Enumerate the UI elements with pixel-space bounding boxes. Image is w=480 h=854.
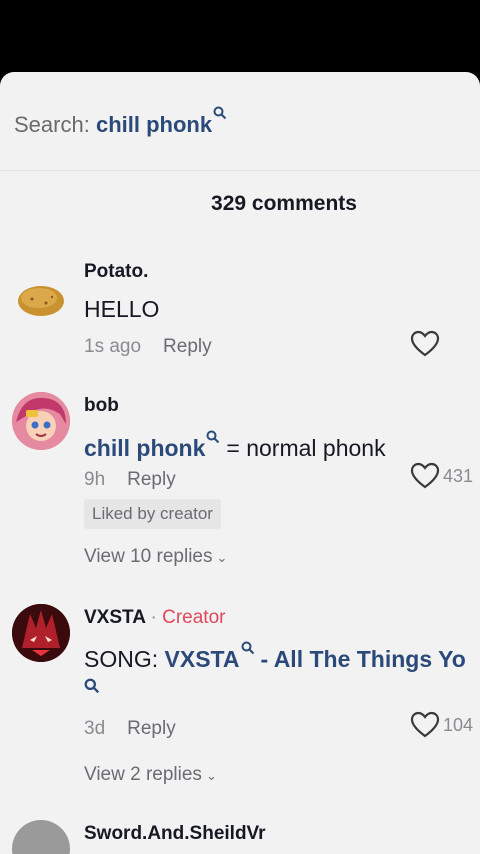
comment-meta: 9h Reply: [84, 469, 176, 491]
like-count: 104: [443, 714, 474, 735]
heart-outline-icon: [410, 711, 440, 738]
search-prefix: Search:: [14, 112, 90, 137]
comment-meta: 3d Reply: [84, 718, 176, 740]
avatar[interactable]: [12, 820, 70, 854]
like-count: 431: [443, 465, 474, 486]
heart-outline-icon: [410, 330, 440, 357]
status-bar-area: [0, 0, 480, 72]
comment-text-rest: = normal phonk: [226, 435, 386, 461]
reply-button[interactable]: Reply: [127, 469, 176, 490]
avatar[interactable]: [12, 268, 70, 326]
username[interactable]: Potato.: [84, 261, 148, 283]
separator-dot: ·: [150, 607, 157, 628]
avatar[interactable]: [12, 604, 70, 662]
comments-sheet: Search: chill phonk 329 comments Potato.…: [0, 72, 480, 854]
timestamp: 9h: [84, 469, 106, 490]
potato-avatar-image: [18, 286, 64, 316]
timestamp: 1s ago: [84, 336, 142, 357]
comment-meta: 1s ago Reply: [84, 336, 212, 358]
chevron-down-icon: ⌄: [216, 550, 228, 565]
comment-text: SONG: VXSTA - All The Things Yo: [84, 641, 466, 673]
search-term[interactable]: chill phonk: [96, 112, 212, 137]
search-icon[interactable]: [84, 678, 100, 694]
username[interactable]: Sword.And.SheildVr: [84, 823, 266, 845]
view-replies-button[interactable]: View 10 replies ⌄: [84, 546, 227, 568]
search-suggestion[interactable]: Search: chill phonk: [14, 106, 227, 138]
comment-text: chill phonk = normal phonk: [84, 430, 386, 462]
demon-avatar-image: [12, 604, 70, 662]
search-icon: [241, 641, 254, 655]
view-replies-label: View 10 replies: [84, 546, 213, 567]
username-text[interactable]: VXSTA: [84, 607, 145, 628]
reply-button[interactable]: Reply: [163, 336, 212, 357]
username[interactable]: bob: [84, 395, 119, 417]
like-button[interactable]: 104: [410, 711, 473, 739]
song-prefix: SONG:: [84, 646, 159, 672]
chevron-down-icon: ⌄: [205, 768, 217, 783]
like-button[interactable]: 431: [410, 462, 473, 490]
heart-outline-icon: [410, 462, 440, 489]
username: VXSTA · Creator: [84, 607, 225, 629]
timestamp: 3d: [84, 718, 106, 739]
view-replies-label: View 2 replies: [84, 764, 202, 785]
comment-text: HELLO: [84, 296, 160, 322]
search-icon: [206, 430, 220, 444]
liked-by-creator-badge: Liked by creator: [84, 499, 221, 529]
view-replies-button[interactable]: View 2 replies ⌄: [84, 764, 217, 786]
reply-button[interactable]: Reply: [127, 718, 176, 739]
anime-avatar-image: [12, 392, 70, 450]
comment-count: 329 comments: [211, 192, 357, 215]
song-title-link[interactable]: - All The Things Yo: [261, 646, 466, 672]
search-icon: [213, 106, 227, 120]
like-button[interactable]: [410, 330, 440, 358]
avatar[interactable]: [12, 392, 70, 450]
search-link[interactable]: VXSTA: [165, 646, 240, 672]
search-link[interactable]: chill phonk: [84, 435, 205, 461]
divider: [0, 170, 480, 171]
creator-label: Creator: [162, 607, 226, 628]
